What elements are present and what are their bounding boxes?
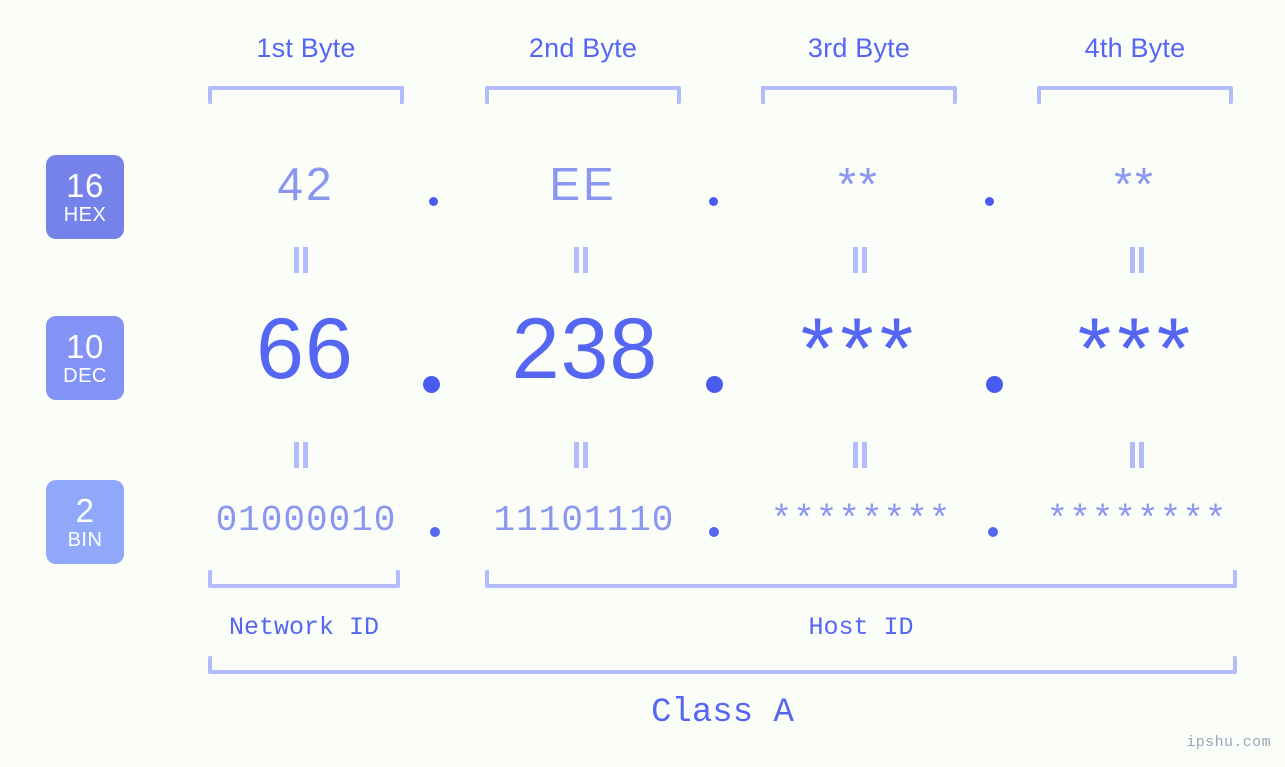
radix-badge-bin-name: BIN bbox=[67, 529, 103, 551]
radix-badge-dec-name: DEC bbox=[63, 365, 107, 387]
host-id-label: Host ID bbox=[808, 613, 914, 642]
dec-byte-1: 66 bbox=[256, 301, 354, 397]
equals-marker-hex-dec-4 bbox=[1128, 247, 1146, 273]
bin-byte-3: ******** bbox=[770, 500, 952, 541]
dec-byte-3: *** bbox=[800, 301, 920, 397]
radix-badge-hex-number: 16 bbox=[66, 167, 104, 204]
hex-separator-3 bbox=[985, 197, 994, 206]
equals-marker-dec-bin-3 bbox=[851, 442, 869, 468]
network-id-label: Network ID bbox=[228, 613, 380, 642]
bin-byte-1: 01000010 bbox=[215, 500, 397, 541]
byte-bracket-3 bbox=[761, 86, 957, 104]
hex-byte-3: ** bbox=[838, 158, 880, 210]
hex-separator-1 bbox=[429, 197, 438, 206]
equals-marker-hex-dec-2 bbox=[572, 247, 590, 273]
hex-byte-2: EE bbox=[549, 158, 617, 210]
radix-badge-hex-name: HEX bbox=[63, 204, 107, 226]
dec-separator-1 bbox=[423, 376, 440, 393]
ip-address-diagram: 1st Byte 2nd Byte 3rd Byte 4th Byte 16 H… bbox=[0, 0, 1285, 767]
byte-bracket-2 bbox=[485, 86, 681, 104]
byte-bracket-1 bbox=[208, 86, 404, 104]
equals-marker-hex-dec-3 bbox=[851, 247, 869, 273]
radix-badge-dec-number: 10 bbox=[66, 328, 104, 365]
bin-separator-3 bbox=[988, 527, 998, 537]
network-id-bracket bbox=[208, 570, 400, 588]
bin-separator-1 bbox=[430, 527, 440, 537]
byte-header-4: 4th Byte bbox=[1084, 33, 1186, 63]
byte-header-3: 3rd Byte bbox=[807, 33, 911, 63]
host-id-bracket bbox=[485, 570, 1237, 588]
byte-bracket-4 bbox=[1037, 86, 1233, 104]
equals-marker-hex-dec-1 bbox=[292, 247, 310, 273]
class-bracket bbox=[208, 656, 1237, 674]
dec-separator-2 bbox=[706, 376, 723, 393]
radix-badge-bin-number: 2 bbox=[75, 492, 95, 529]
equals-marker-dec-bin-4 bbox=[1128, 442, 1146, 468]
equals-marker-dec-bin-1 bbox=[292, 442, 310, 468]
radix-badge-dec: 10 DEC bbox=[46, 316, 124, 400]
radix-badge-bin: 2 BIN bbox=[46, 480, 124, 564]
hex-separator-2 bbox=[709, 197, 718, 206]
site-watermark: ipshu.com bbox=[1186, 734, 1271, 751]
hex-byte-1: 42 bbox=[277, 158, 335, 210]
dec-byte-2: 238 bbox=[511, 301, 659, 397]
hex-byte-4: ** bbox=[1114, 158, 1156, 210]
equals-marker-dec-bin-2 bbox=[572, 442, 590, 468]
radix-badge-hex: 16 HEX bbox=[46, 155, 124, 239]
bin-separator-2 bbox=[709, 527, 719, 537]
bin-byte-2: 11101110 bbox=[493, 500, 675, 541]
byte-header-2: 2nd Byte bbox=[528, 33, 638, 63]
bin-byte-4: ******** bbox=[1046, 500, 1228, 541]
byte-header-1: 1st Byte bbox=[256, 33, 356, 63]
dec-separator-3 bbox=[986, 376, 1003, 393]
class-label: Class A bbox=[651, 694, 794, 732]
dec-byte-4: *** bbox=[1077, 301, 1197, 397]
